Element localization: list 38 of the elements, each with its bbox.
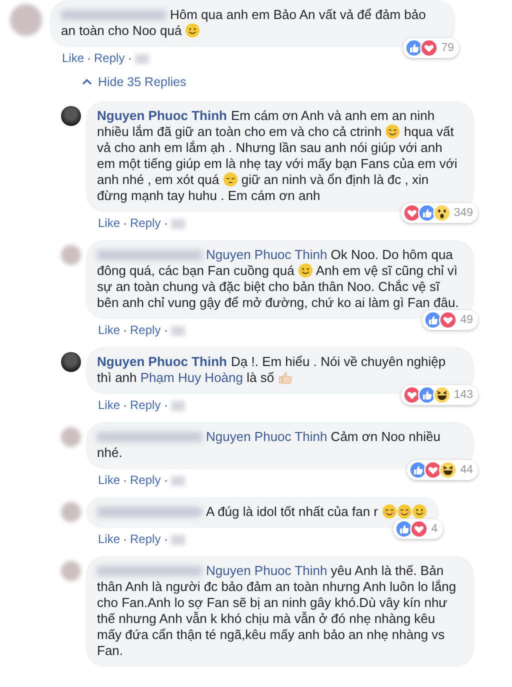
comment-text: Hôm qua anh em Bảo An vất vả để đảm bảo an toàn cho Noo quá — [61, 7, 427, 39]
comment-action-link[interactable]: Reply — [130, 216, 161, 231]
comment-text: Nguyen Phuoc Thinh Ok Noo. Do hôm qua đông quá, các bạn Fan cuồng quá Anh em vệ sĩ cũng chỉ vì sự an toàn chung và đặc biệt cho bản thân Noo. Chắc vệ sĩ bên anh chỉ vung gậy để mở đường, chứ ko ai làm gì Fan đâu. — [97, 247, 460, 311]
comment-action-link[interactable]: Reply — [130, 398, 161, 413]
reaction-badge[interactable]: 143 — [400, 385, 478, 405]
comment-text: A đúg là idol tốt nhất của fan r — [97, 504, 427, 520]
reaction-badge[interactable]: 44 — [407, 460, 478, 480]
mention-link[interactable]: Phạm Huy Hoàng — [140, 370, 243, 385]
comment-action-link[interactable]: Reply — [130, 323, 161, 338]
reaction-count: 79 — [441, 41, 454, 56]
comment-action-link[interactable]: Like — [62, 51, 84, 66]
reaction-badge[interactable]: 4 — [393, 519, 443, 539]
author-name[interactable]: Nguyen Phuoc Thinh — [97, 108, 227, 123]
comment-action-link[interactable]: Reply — [94, 51, 125, 66]
reaction-count: 349 — [454, 206, 473, 221]
comment-action-link[interactable]: Like — [98, 473, 120, 488]
comment-action-link[interactable]: Like — [98, 532, 120, 547]
mention-link[interactable]: Nguyen Phuoc Thinh — [206, 429, 328, 444]
reaction-count: 143 — [454, 388, 473, 403]
mention-link[interactable]: Nguyen Phuoc Thinh — [206, 247, 328, 262]
reaction-badge[interactable]: 49 — [422, 310, 478, 330]
reaction-badge[interactable]: 79 — [403, 38, 459, 58]
hide-replies-link[interactable]: Hide 35 Replies — [82, 75, 186, 89]
comment-text: Nguyen Phuoc Thinh Dạ !. Em hiểu . Nói về chuyên nghiệp thì anh Phạm Huy Hoàng là số — [97, 354, 447, 386]
reaction-badge[interactable]: 349 — [400, 203, 478, 223]
author-name[interactable]: Nguyen Phuoc Thinh — [97, 354, 227, 369]
comment-action-link[interactable]: Reply — [130, 473, 161, 488]
comment-text: Nguyen Phuoc Thinh Cảm ơn Noo nhiều nhé. — [97, 429, 442, 461]
reaction-count: 4 — [431, 522, 438, 537]
reaction-count: 44 — [460, 463, 473, 478]
comment-action-link[interactable]: Like — [98, 216, 120, 231]
comment-action-link[interactable]: Like — [98, 398, 120, 413]
comment-text: Nguyen Phuoc Thinh Em cám ơn Anh và anh em an ninh nhiều lắm đã giữ an toàn cho em và cho cả ctrinh hqua vất vả cho anh em lắm ạh . Nhưng lần sau anh nói giúp với anh em một tiếng giúp em là nhẹ tay với mấy bạn Fans của em với anh nhé , em xót quá giữ an ninh và ổn định là đc , xin đừng mạnh tay huhu . Em cám ơn anh — [97, 108, 458, 204]
reaction-count: 49 — [460, 313, 473, 328]
mention-link[interactable]: Nguyen Phuoc Thinh — [206, 563, 328, 578]
comment-text: Nguyen Phuoc Thinh yêu Anh là thế. Bản thân Anh là người đc bảo đảm an toàn nhưng Anh luôn lo lắng cho Fan.Anh lo sợ Fan sẽ bị an ninh gây khó.Dù vây kín như thế nhưng Anh vẫn k khó chịu mà vẫn ở đó nhẹ nhàng kêu mấy đứa cẩn thận té ngã,kêu mấy anh bảo an nhẹ nhàng vs Fan. — [97, 563, 458, 659]
comment-action-link[interactable]: Like — [98, 323, 120, 338]
comment-action-link[interactable]: Reply — [130, 532, 161, 547]
